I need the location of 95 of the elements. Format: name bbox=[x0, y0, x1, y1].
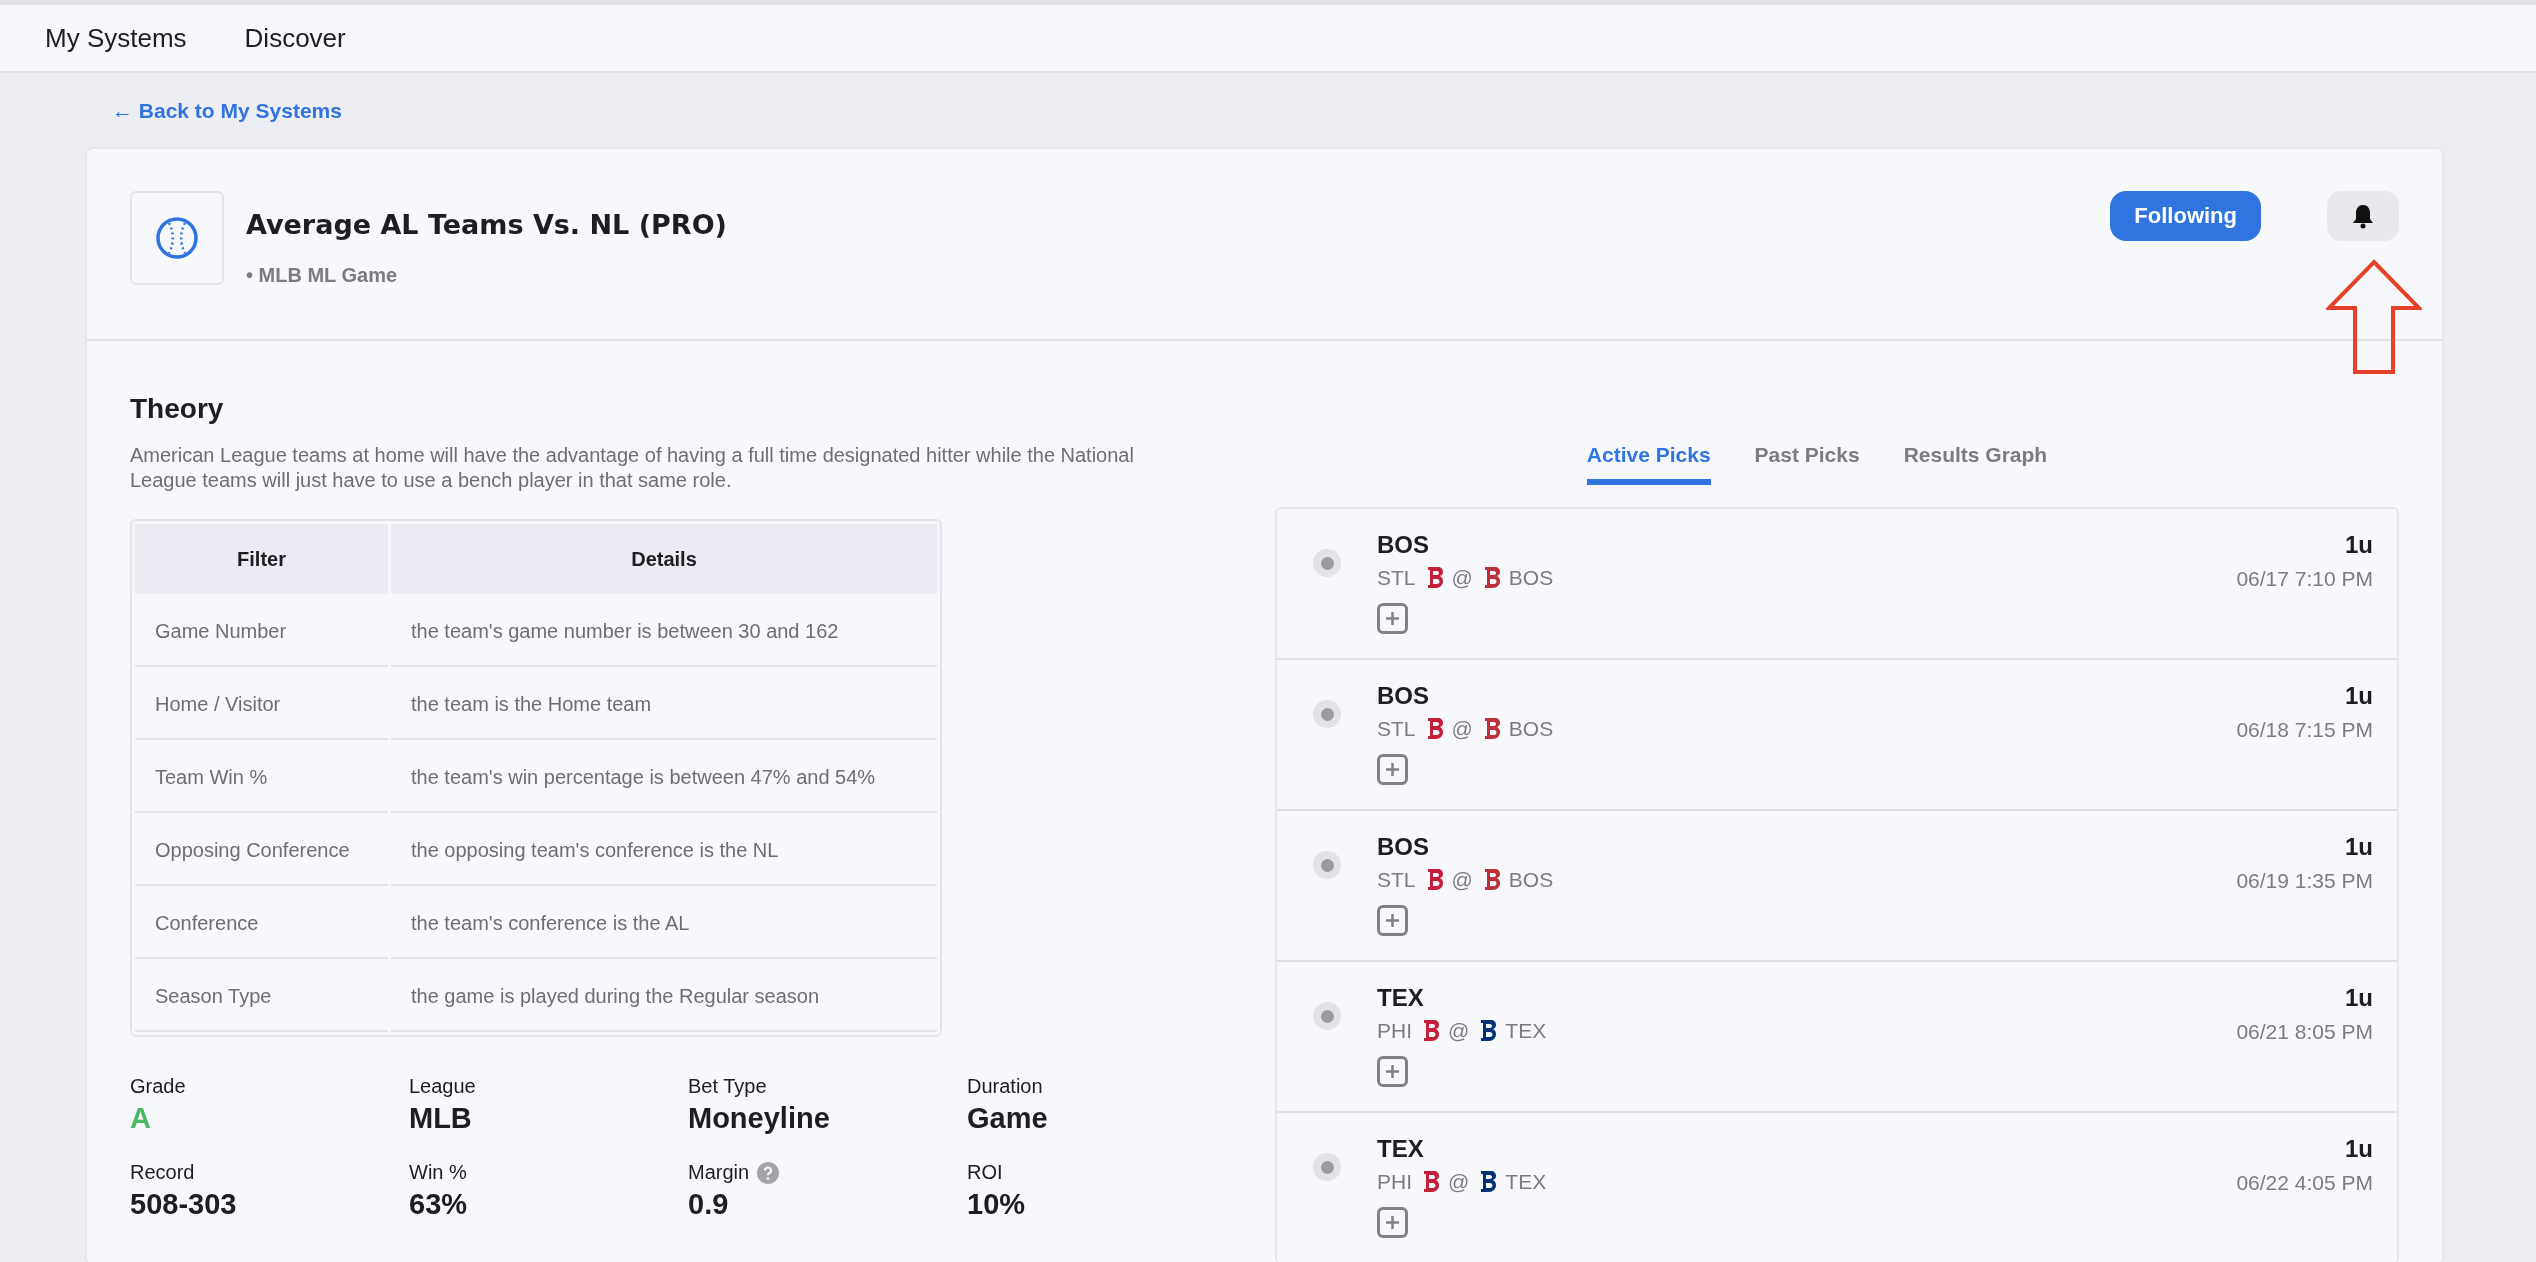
table-cell: the opposing team's conference is the NL bbox=[391, 816, 937, 886]
help-icon[interactable] bbox=[757, 1161, 780, 1184]
nav-link[interactable]: Discover bbox=[244, 22, 346, 54]
system-subtitle: • MLB ML Game bbox=[246, 264, 399, 287]
stat-value: 63% bbox=[409, 1188, 469, 1221]
pick-team: TEX bbox=[1377, 984, 1425, 1012]
table-cell: the team's conference is the AL bbox=[391, 889, 937, 959]
table-cell: Game Number bbox=[135, 597, 388, 667]
table-cell: the game is played during the Regular season bbox=[391, 962, 937, 1032]
add-button[interactable] bbox=[1377, 754, 1408, 785]
pick-team: BOS bbox=[1377, 833, 1430, 861]
stat-label: Margin bbox=[688, 1161, 750, 1184]
pick-time: 06/19 1:35 PM bbox=[2236, 869, 2373, 893]
pick-team: BOS bbox=[1377, 531, 1430, 559]
table-cell: Season Type bbox=[135, 962, 388, 1032]
column-header: Filter bbox=[135, 524, 388, 594]
column-header: Details bbox=[391, 524, 937, 594]
stat-value: 10% bbox=[967, 1188, 1027, 1221]
pick-time: 06/21 8:05 PM bbox=[2236, 1020, 2373, 1044]
table-cell: Home / Visitor bbox=[135, 670, 388, 740]
theory-heading: Theory bbox=[130, 393, 225, 425]
stat-value: 0.9 bbox=[688, 1188, 730, 1221]
stat-label: ROI bbox=[967, 1161, 1003, 1184]
pick-row[interactable]: TEX PHI @ TEX 1u 06/22 4:05 PM bbox=[1277, 1113, 2397, 1262]
pick-team: TEX bbox=[1377, 1135, 1425, 1163]
home-team: BOS bbox=[1508, 868, 1554, 892]
stat-value: A bbox=[130, 1102, 152, 1135]
pick-units: 1u bbox=[2344, 1135, 2373, 1163]
stat-value: Game bbox=[967, 1102, 1049, 1135]
plus-icon bbox=[1384, 912, 1401, 929]
at-sign: @ bbox=[1451, 868, 1473, 892]
pick-time: 06/17 7:10 PM bbox=[2236, 567, 2373, 591]
pick-team: BOS bbox=[1377, 682, 1430, 710]
table-cell: the team is the Home team bbox=[391, 670, 937, 740]
table-cell: Conference bbox=[135, 889, 388, 959]
status-dot-icon bbox=[1313, 700, 1341, 728]
pick-units: 1u bbox=[2344, 984, 2373, 1012]
pick-time: 06/22 4:05 PM bbox=[2236, 1171, 2373, 1195]
status-dot-icon bbox=[1313, 851, 1341, 879]
back-link[interactable]: ← Back to My Systems bbox=[112, 99, 342, 123]
tab[interactable]: Results Graph bbox=[1903, 443, 2048, 485]
away-team: STL bbox=[1377, 717, 1416, 741]
plus-icon bbox=[1384, 610, 1401, 627]
at-sign: @ bbox=[1448, 1019, 1470, 1043]
table-cell: the team's game number is between 30 and 162 bbox=[391, 597, 937, 667]
pick-time: 06/18 7:15 PM bbox=[2236, 718, 2373, 742]
stat-label: Bet Type bbox=[688, 1075, 767, 1098]
home-team: BOS bbox=[1508, 717, 1554, 741]
at-sign: @ bbox=[1448, 1170, 1470, 1194]
status-dot-icon bbox=[1313, 549, 1341, 577]
table-cell: Team Win % bbox=[135, 743, 388, 813]
at-sign: @ bbox=[1451, 717, 1473, 741]
pick-units: 1u bbox=[2344, 833, 2373, 861]
stat-label: Win % bbox=[409, 1161, 467, 1184]
away-team: STL bbox=[1377, 566, 1416, 590]
add-button[interactable] bbox=[1377, 603, 1408, 634]
status-dot-icon bbox=[1313, 1153, 1341, 1181]
plus-icon bbox=[1384, 1214, 1401, 1231]
stat-value: MLB bbox=[409, 1102, 473, 1135]
table-cell: the team's win percentage is between 47% and 54% bbox=[391, 743, 937, 813]
nav-link[interactable]: My Systems bbox=[45, 22, 187, 54]
pick-row[interactable]: BOS STL @ BOS 1u 06/19 1:35 PM bbox=[1277, 811, 2397, 962]
following-button[interactable]: Following bbox=[2110, 191, 2261, 241]
stat-value: Moneyline bbox=[688, 1102, 831, 1135]
plus-icon bbox=[1384, 1063, 1401, 1080]
add-button[interactable] bbox=[1377, 1207, 1408, 1238]
stat-label: League bbox=[409, 1075, 476, 1098]
baseball-icon bbox=[130, 191, 224, 285]
tab[interactable]: Past Picks bbox=[1754, 443, 1860, 485]
away-team: PHI bbox=[1377, 1019, 1412, 1043]
table-cell: Opposing Conference bbox=[135, 816, 388, 886]
add-button[interactable] bbox=[1377, 905, 1408, 936]
pick-units: 1u bbox=[2344, 682, 2373, 710]
home-team: BOS bbox=[1508, 566, 1554, 590]
status-dot-icon bbox=[1313, 1002, 1341, 1030]
away-team: STL bbox=[1377, 868, 1416, 892]
stat-label: Duration bbox=[967, 1075, 1043, 1098]
system-title: Average AL Teams Vs. NL (PRO) bbox=[246, 209, 728, 240]
bell-icon bbox=[2351, 203, 2375, 229]
plus-icon bbox=[1384, 761, 1401, 778]
pick-row[interactable]: TEX PHI @ TEX 1u 06/21 8:05 PM bbox=[1277, 962, 2397, 1113]
stat-value: 508-303 bbox=[130, 1188, 238, 1221]
at-sign: @ bbox=[1451, 566, 1473, 590]
pick-units: 1u bbox=[2344, 531, 2373, 559]
add-button[interactable] bbox=[1377, 1056, 1408, 1087]
home-team: TEX bbox=[1505, 1170, 1547, 1194]
tab[interactable]: Active Picks bbox=[1586, 443, 1711, 485]
pick-row[interactable]: BOS STL @ BOS 1u 06/17 7:10 PM bbox=[1277, 509, 2397, 660]
pick-row[interactable]: BOS STL @ BOS 1u 06/18 7:15 PM bbox=[1277, 660, 2397, 811]
bell-button[interactable] bbox=[2327, 191, 2399, 241]
away-team: PHI bbox=[1377, 1170, 1412, 1194]
stat-label: Record bbox=[130, 1161, 195, 1184]
stat-label: Grade bbox=[130, 1075, 186, 1098]
theory-text: American League teams at home will have the advantage of having a full time designated hitter while the National League teams will just have to use a bench player in that same role. bbox=[130, 443, 1135, 493]
home-team: TEX bbox=[1505, 1019, 1547, 1043]
